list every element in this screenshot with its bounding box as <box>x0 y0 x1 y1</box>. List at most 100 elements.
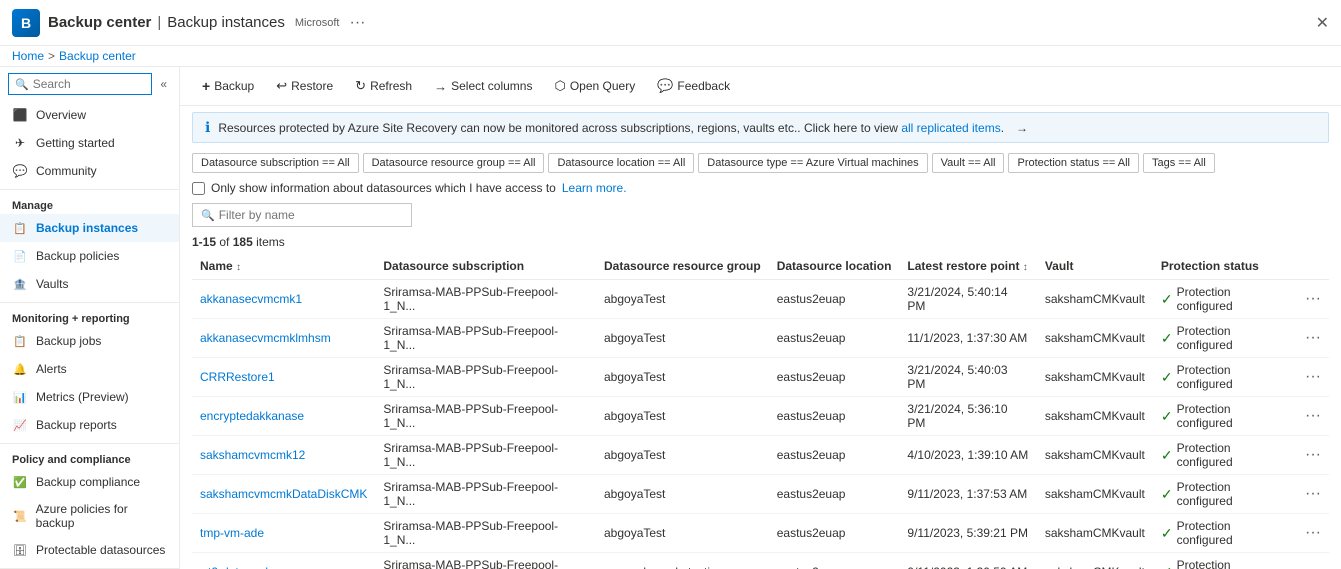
cell-resource-group: abgoyaTest <box>596 358 769 397</box>
filter-by-name-input[interactable] <box>219 208 403 222</box>
sidebar-label-metrics: Metrics (Preview) <box>36 390 129 404</box>
filter-datasource-location[interactable]: Datasource location == All <box>548 153 694 173</box>
cell-restore-point: 9/11/2023, 1:37:53 AM <box>899 475 1036 514</box>
cell-row-menu[interactable]: ··· <box>1297 436 1329 475</box>
cell-resource-group: abgoyaTest <box>596 514 769 553</box>
cell-restore-point: 11/1/2023, 1:37:30 AM <box>899 319 1036 358</box>
sort-icon-name[interactable]: ↕ <box>236 262 241 273</box>
close-icon[interactable]: ✕ <box>1316 13 1329 33</box>
sidebar-section-policy: Policy and compliance <box>0 448 179 468</box>
info-banner-text: Resources protected by Azure Site Recove… <box>218 121 1004 135</box>
filter-tags[interactable]: Tags == All <box>1143 153 1215 173</box>
cell-row-menu[interactable]: ··· <box>1297 514 1329 553</box>
protection-status-text: Protection configured <box>1177 480 1289 508</box>
top-bar-dots[interactable]: ··· <box>349 14 365 32</box>
table-row: sakshamcvmcmkDataDiskCMK Sriramsa-MAB-PP… <box>192 475 1329 514</box>
table-row: tmp-vm-ade Sriramsa-MAB-PPSub-Freepool-1… <box>192 514 1329 553</box>
sidebar-item-overview[interactable]: ⬛ Overview <box>0 101 179 129</box>
cell-subscription: Sriramsa-MAB-PPSub-Freepool-1_N... <box>375 475 596 514</box>
sidebar-section-manage: Manage <box>0 194 179 214</box>
filter-datasource-subscription[interactable]: Datasource subscription == All <box>192 153 359 173</box>
backup-policies-icon: 📄 <box>12 248 28 264</box>
col-vault: Vault <box>1037 253 1153 280</box>
checkbox-row: Only show information about datasources … <box>180 177 1341 199</box>
sidebar-label-protectable-datasources: Protectable datasources <box>36 543 165 557</box>
sidebar-item-backup-compliance[interactable]: ✅ Backup compliance <box>0 468 179 496</box>
protection-status-text: Protection configured <box>1177 441 1289 469</box>
sidebar-item-getting-started[interactable]: ✈ Getting started <box>0 129 179 157</box>
cell-protection-status: ✓ Protection configured <box>1153 280 1297 318</box>
search-input[interactable] <box>33 77 146 91</box>
table-row: CRRRestore1 Sriramsa-MAB-PPSub-Freepool-… <box>192 358 1329 397</box>
cell-protection-status: ✓ Protection configured <box>1153 475 1297 513</box>
info-banner: ℹ Resources protected by Azure Site Reco… <box>192 112 1329 143</box>
cell-row-menu[interactable]: ··· <box>1297 553 1329 569</box>
col-name: Name ↕ <box>192 253 375 280</box>
backup-button[interactable]: + Backup <box>192 73 264 99</box>
sidebar-item-azure-policies[interactable]: 📜 Azure policies for backup <box>0 496 179 536</box>
cell-protection-status: ✓ Protection configured <box>1153 397 1297 435</box>
cell-row-menu[interactable]: ··· <box>1297 280 1329 319</box>
sidebar-item-protectable-datasources[interactable]: 🗄 Protectable datasources <box>0 536 179 564</box>
cell-restore-point: 3/21/2024, 5:36:10 PM <box>899 397 1036 436</box>
sidebar-item-metrics[interactable]: 📊 Metrics (Preview) <box>0 383 179 411</box>
cell-protection-status: ✓ Protection configured <box>1153 319 1297 357</box>
open-query-button[interactable]: ⬡ Open Query <box>544 73 645 99</box>
cell-row-menu[interactable]: ··· <box>1297 475 1329 514</box>
sidebar-label-backup-reports: Backup reports <box>36 418 117 432</box>
sidebar-item-backup-instances[interactable]: 📋 Backup instances <box>0 214 179 242</box>
row-name-link[interactable]: encryptedakkanase <box>200 409 304 423</box>
logo-icon: B <box>12 9 40 37</box>
row-name-link[interactable]: r-t2-data-cmk <box>200 565 271 569</box>
cell-protection-status: ✓ Protection configured <box>1153 436 1297 474</box>
breadcrumb-home[interactable]: Home <box>12 49 44 63</box>
cell-row-menu[interactable]: ··· <box>1297 397 1329 436</box>
backup-instances-icon: 📋 <box>12 220 28 236</box>
row-name-link[interactable]: tmp-vm-ade <box>200 526 264 540</box>
access-checkbox[interactable] <box>192 182 205 195</box>
refresh-button[interactable]: ↻ Refresh <box>345 73 422 99</box>
filter-datasource-type[interactable]: Datasource type == Azure Virtual machine… <box>698 153 927 173</box>
cell-subscription: Sriramsa-MAB-PPSub-Freepool-1_N... <box>375 514 596 553</box>
sidebar-item-alerts[interactable]: 🔔 Alerts <box>0 355 179 383</box>
sidebar-item-vaults[interactable]: 🏦 Vaults <box>0 270 179 298</box>
cell-resource-group: agarwala_cmk_testing <box>596 553 769 569</box>
top-bar-subtitle: Backup instances <box>167 14 285 31</box>
row-name-link[interactable]: akkanasecvmcmk1 <box>200 292 302 306</box>
select-columns-button[interactable]: → Select columns <box>424 74 542 99</box>
cell-row-menu[interactable]: ··· <box>1297 358 1329 397</box>
sort-icon-restore-point[interactable]: ↕ <box>1023 262 1028 273</box>
row-name-link[interactable]: akkanasecvmcmklmhsm <box>200 331 331 345</box>
sidebar-collapse-button[interactable]: « <box>156 75 171 93</box>
cell-subscription: Sriramsa-MAB-PPSub-Freepool-1_N... <box>375 280 596 319</box>
feedback-button[interactable]: 💬 Feedback <box>647 73 740 99</box>
backup-icon: + <box>202 78 210 94</box>
cell-resource-group: abgoyaTest <box>596 319 769 358</box>
cell-resource-group: abgoyaTest <box>596 397 769 436</box>
sidebar-label-backup-instances: Backup instances <box>36 221 138 235</box>
protection-status-icon: ✓ <box>1161 330 1173 347</box>
restore-button[interactable]: ↩ Restore <box>266 73 343 99</box>
sidebar-item-backup-policies[interactable]: 📄 Backup policies <box>0 242 179 270</box>
cell-subscription: Sriramsa-MAB-PPSub-Freepool-1_N... <box>375 553 596 569</box>
cell-row-menu[interactable]: ··· <box>1297 319 1329 358</box>
breadcrumb-current[interactable]: Backup center <box>59 49 136 63</box>
row-name-link[interactable]: CRRRestore1 <box>200 370 275 384</box>
cell-restore-point: 4/10/2023, 1:39:10 AM <box>899 436 1036 475</box>
learn-more-link[interactable]: Learn more. <box>562 181 627 195</box>
sidebar-item-backup-reports[interactable]: 📈 Backup reports <box>0 411 179 439</box>
sidebar-item-backup-jobs[interactable]: 📋 Backup jobs <box>0 327 179 355</box>
row-name-link[interactable]: sakshamcvmcmkDataDiskCMK <box>200 487 367 501</box>
cell-location: eastus2euap <box>769 319 900 358</box>
sidebar-item-community[interactable]: 💬 Community <box>0 157 179 185</box>
filter-vault[interactable]: Vault == All <box>932 153 1005 173</box>
cell-vault: sakshamCMKvault <box>1037 397 1153 436</box>
sidebar-search-wrapper[interactable]: 🔍 <box>8 73 152 95</box>
filter-protection-status[interactable]: Protection status == All <box>1008 153 1139 173</box>
filter-datasource-resource-group[interactable]: Datasource resource group == All <box>363 153 545 173</box>
row-name-link[interactable]: sakshamcvmcmk12 <box>200 448 305 462</box>
cell-name: encryptedakkanase <box>192 397 375 436</box>
feedback-icon: 💬 <box>657 78 673 94</box>
info-banner-link[interactable]: all replicated items <box>901 121 1000 135</box>
cell-protection-status: ✓ Protection configured <box>1153 514 1297 552</box>
